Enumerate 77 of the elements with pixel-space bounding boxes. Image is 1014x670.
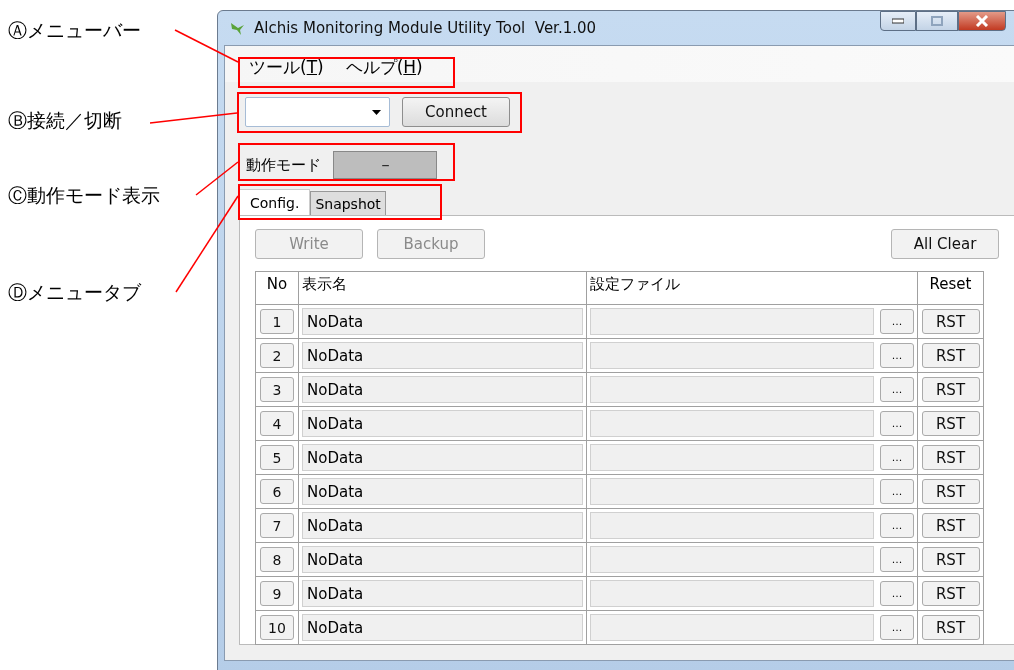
minimize-icon (892, 18, 904, 24)
row-number-button[interactable]: 1 (260, 309, 294, 334)
browse-button[interactable]: ... (880, 513, 914, 538)
file-field[interactable] (590, 546, 874, 573)
name-field[interactable]: NoData (302, 580, 583, 607)
reset-button[interactable]: RST (921, 411, 980, 436)
reset-button[interactable]: RST (921, 513, 980, 538)
file-field[interactable] (590, 580, 874, 607)
row-number-button[interactable]: 9 (260, 581, 294, 606)
column-header: 設定ファイル (586, 272, 917, 304)
leader-line (174, 29, 239, 63)
browse-button[interactable]: ... (880, 445, 914, 470)
file-field[interactable] (590, 444, 874, 471)
connect-button[interactable]: Connect (402, 97, 510, 127)
browse-button[interactable]: ... (880, 547, 914, 572)
menu-item[interactable]: ヘルプ(H) (345, 56, 423, 82)
window-title: Alchis Monitoring Module Utility Tool Ver.1.00 (254, 19, 597, 37)
browse-button[interactable]: ... (880, 479, 914, 504)
mode-label: 動作モード (246, 155, 321, 175)
maximize-button[interactable] (916, 11, 958, 31)
row-number-button[interactable]: 8 (260, 547, 294, 572)
reset-button[interactable]: RST (921, 445, 980, 470)
toolbar-button[interactable]: All Clear (891, 229, 999, 259)
browse-button[interactable]: ... (880, 377, 914, 402)
callout-label: Ⓑ接続／切断 (8, 108, 122, 133)
browse-button[interactable]: ... (880, 581, 914, 606)
file-field[interactable] (590, 614, 874, 641)
name-field[interactable]: NoData (302, 512, 583, 539)
callout-label: Ⓒ動作モード表示 (8, 183, 160, 208)
close-icon (975, 15, 989, 27)
browse-button[interactable]: ... (880, 309, 914, 334)
column-header: No (265, 274, 289, 295)
menu-item[interactable]: ツール(T) (249, 56, 324, 82)
bird-icon (230, 20, 246, 36)
name-field[interactable]: NoData (302, 614, 583, 641)
name-field[interactable]: NoData (302, 410, 583, 437)
file-field[interactable] (590, 410, 874, 437)
row-number-button[interactable]: 4 (260, 411, 294, 436)
browse-button[interactable]: ... (880, 343, 914, 368)
callout-label: Ⓐメニューバー (8, 18, 141, 43)
maximize-icon (931, 16, 943, 26)
reset-button[interactable]: RST (921, 581, 980, 606)
name-field[interactable]: NoData (302, 546, 583, 573)
reset-button[interactable]: RST (921, 615, 980, 640)
row-number-button[interactable]: 10 (260, 615, 294, 640)
file-field[interactable] (590, 512, 874, 539)
row-number-button[interactable]: 6 (260, 479, 294, 504)
column-header: 表示名 (298, 272, 586, 304)
caret-icon (372, 109, 381, 115)
column-header: Reset (917, 272, 983, 304)
tab[interactable]: Config. (239, 189, 311, 215)
row-number-button[interactable]: 2 (260, 343, 294, 368)
file-field[interactable] (590, 342, 874, 369)
name-field[interactable]: NoData (302, 444, 583, 471)
name-field[interactable]: NoData (302, 376, 583, 403)
callout-label: Ⓓメニュータブ (8, 280, 141, 305)
reset-button[interactable]: RST (921, 377, 980, 402)
reset-button[interactable]: RST (921, 309, 980, 334)
port-dropdown[interactable] (245, 97, 390, 127)
browse-button[interactable]: ... (880, 411, 914, 436)
mode-display: － (333, 151, 437, 179)
close-button[interactable] (958, 11, 1006, 31)
row-number-button[interactable]: 7 (260, 513, 294, 538)
name-field[interactable]: NoData (302, 342, 583, 369)
file-field[interactable] (590, 478, 874, 505)
tab[interactable]: Snapshot (310, 191, 386, 215)
row-number-button[interactable]: 5 (260, 445, 294, 470)
browse-button[interactable]: ... (880, 615, 914, 640)
name-field[interactable]: NoData (302, 308, 583, 335)
reset-button[interactable]: RST (921, 479, 980, 504)
minimize-button[interactable] (880, 11, 916, 31)
file-field[interactable] (590, 308, 874, 335)
row-number-button[interactable]: 3 (260, 377, 294, 402)
reset-button[interactable]: RST (921, 547, 980, 572)
name-field[interactable]: NoData (302, 478, 583, 505)
file-field[interactable] (590, 376, 874, 403)
reset-button[interactable]: RST (921, 343, 980, 368)
